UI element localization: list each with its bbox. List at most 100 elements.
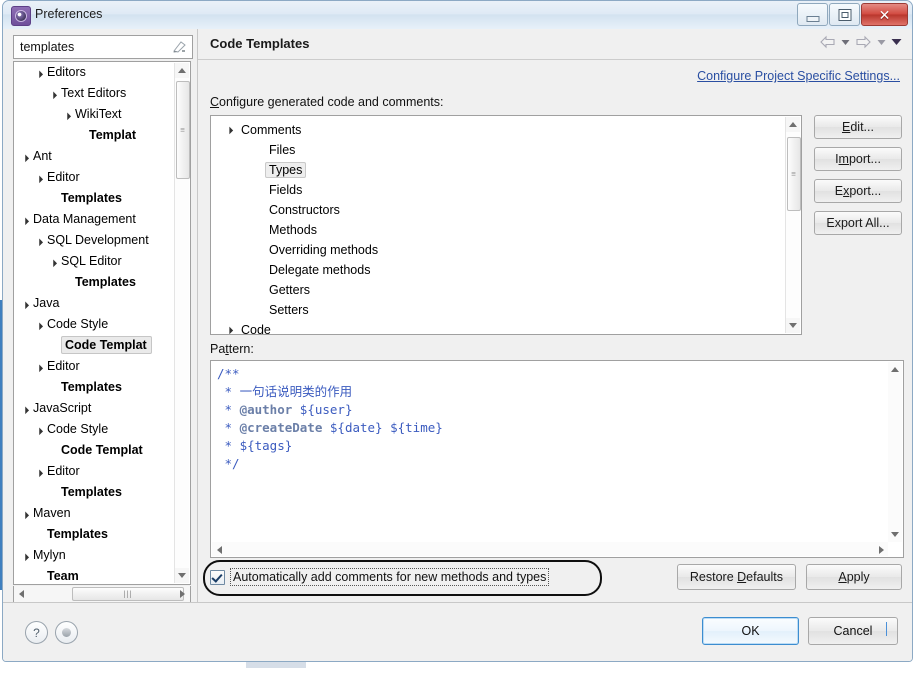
sidebar-items: ◢ Editors ◢ Text Editors ◢ WikiText Templat ◢ An… — [14, 62, 190, 584]
sidebar-item-label: Editors — [47, 65, 86, 79]
code-templates-tree[interactable]: ◢ Comments Files Types Fields Constructors Met… — [210, 115, 802, 335]
scroll-up-button[interactable] — [888, 362, 902, 377]
templates-vertical-scrollbar[interactable]: ≡ — [785, 117, 801, 333]
pattern-label-pre: Pa — [210, 342, 226, 356]
auto-comments-label: Automatically add comments for new metho… — [230, 568, 550, 586]
template-item-getters[interactable]: Getters — [217, 280, 801, 300]
pattern-editor[interactable]: /** * 一句话说明类的作用 * @author ${user} * @cre… — [210, 360, 904, 558]
javadoc-tag: @author — [239, 402, 293, 417]
sidebar-item-sql-editor[interactable]: ◢ SQL Editor — [14, 251, 190, 272]
sidebar-item-code-style[interactable]: ◢ Code Style — [14, 419, 190, 440]
sidebar-item-label: Data Management — [33, 212, 136, 226]
template-item-code[interactable]: ◢ Code — [217, 320, 801, 334]
ok-button[interactable]: OK — [702, 617, 799, 645]
cancel-button[interactable]: Cancel — [808, 617, 898, 645]
restore-defaults-button[interactable]: Restore Defaults — [676, 564, 796, 590]
template-item-setters[interactable]: Setters — [217, 300, 801, 320]
chevron-down-icon[interactable] — [841, 39, 850, 46]
sidebar-item-java[interactable]: ◢ Java — [14, 293, 190, 314]
sidebar-item-sql-development[interactable]: ◢ SQL Development — [14, 230, 190, 251]
scroll-right-button[interactable] — [874, 542, 888, 556]
close-button[interactable]: ✕ — [861, 3, 908, 26]
template-item-methods[interactable]: Methods — [217, 220, 801, 240]
chevron-down-icon[interactable] — [877, 39, 886, 46]
scroll-down-button[interactable] — [175, 568, 189, 583]
triangle-down-icon[interactable] — [891, 38, 902, 46]
sidebar-item-templat[interactable]: Templat — [14, 125, 190, 146]
export-all-button[interactable]: Export All... — [814, 211, 902, 235]
template-item-label: Fields — [269, 183, 303, 197]
sidebar-item-editor[interactable]: ◢ Editor — [14, 461, 190, 482]
apply-button[interactable]: Apply — [806, 564, 902, 590]
arrow-left-icon[interactable] — [819, 35, 836, 49]
sidebar-item-wikitext[interactable]: ◢ WikiText — [14, 104, 190, 125]
export-button[interactable]: Export... — [814, 179, 902, 203]
sidebar-item-label: Code Templat — [61, 443, 143, 457]
minimize-button[interactable] — [797, 3, 828, 26]
scroll-left-button[interactable] — [212, 542, 226, 556]
template-item-comments[interactable]: ◢ Comments — [217, 120, 801, 140]
scroll-thumb[interactable]: ≡ — [787, 137, 801, 211]
sidebar-item-code-style[interactable]: ◢ Code Style — [14, 314, 190, 335]
scroll-up-button[interactable] — [786, 117, 800, 132]
auto-comments-checkbox-row[interactable]: Automatically add comments for new metho… — [210, 568, 550, 586]
template-item-types[interactable]: Types — [217, 160, 801, 180]
configure-project-specific-settings-link[interactable]: Configure Project Specific Settings... — [697, 69, 900, 83]
sidebar-item-templates[interactable]: Templates — [14, 524, 190, 545]
arrow-right-icon[interactable] — [855, 35, 872, 49]
import-button[interactable]: Import... — [814, 147, 902, 171]
auto-comments-checkbox[interactable] — [210, 569, 225, 585]
pattern-horizontal-scrollbar[interactable] — [212, 542, 888, 556]
sidebar-item-text-editors[interactable]: ◢ Text Editors — [14, 83, 190, 104]
sidebar-item-ant[interactable]: ◢ Ant — [14, 146, 190, 167]
sidebar-item-code-templat[interactable]: Code Templat — [14, 335, 190, 356]
template-item-constructors[interactable]: Constructors — [217, 200, 801, 220]
template-item-delegate-methods[interactable]: Delegate methods — [217, 260, 801, 280]
apply-mnemonic: A — [838, 570, 847, 584]
sidebar-item-mylyn[interactable]: ◢ Mylyn — [14, 545, 190, 566]
sidebar-item-label: SQL Editor — [61, 254, 122, 268]
template-item-files[interactable]: Files — [217, 140, 801, 160]
horizontal-scroll-thumb[interactable]: ||| — [72, 587, 184, 601]
sidebar-item-code-templat[interactable]: Code Templat — [14, 440, 190, 461]
sidebar-item-label: Templates — [75, 275, 136, 289]
sidebar-item-templates[interactable]: Templates — [14, 482, 190, 503]
sidebar-item-javascript[interactable]: ◢ JavaScript — [14, 398, 190, 419]
sidebar-item-templates[interactable]: Templates — [14, 377, 190, 398]
circle-icon[interactable] — [55, 621, 78, 644]
template-item-overriding-methods[interactable]: Overriding methods — [217, 240, 801, 260]
sidebar-item-templates[interactable]: Templates — [14, 188, 190, 209]
sidebar-item-label: Maven — [33, 506, 71, 520]
scroll-thumb[interactable]: ≡ — [176, 81, 190, 179]
maximize-button[interactable] — [829, 3, 860, 26]
sidebar-item-data-management[interactable]: ◢ Data Management — [14, 209, 190, 230]
sidebar-vertical-scrollbar[interactable]: ≡ — [174, 63, 190, 583]
pattern-vertical-scrollbar[interactable] — [888, 362, 902, 542]
sidebar-horizontal-scrollbar[interactable]: ||| — [13, 586, 191, 603]
template-item-label: Comments — [241, 123, 302, 137]
scroll-right-button[interactable] — [175, 586, 190, 600]
eraser-icon[interactable] — [171, 40, 187, 54]
scroll-down-button[interactable] — [786, 318, 800, 333]
title-bar: Preferences ✕ — [3, 1, 912, 30]
question-mark-icon[interactable]: ? — [25, 621, 48, 644]
sidebar-item-team[interactable]: Team — [14, 566, 190, 584]
sidebar-item-editors[interactable]: ◢ Editors — [14, 62, 190, 83]
template-item-fields[interactable]: Fields — [217, 180, 801, 200]
sidebar-item-editor[interactable]: ◢ Editor — [14, 167, 190, 188]
sidebar-item-editor[interactable]: ◢ Editor — [14, 356, 190, 377]
sidebar-item-label: Templates — [61, 380, 122, 394]
code-line: * ${tags} — [217, 438, 293, 453]
scroll-up-button[interactable] — [175, 63, 189, 78]
search-input[interactable] — [18, 36, 162, 58]
edit-button[interactable]: Edit... — [814, 115, 902, 139]
preferences-tree[interactable]: ◢ Editors ◢ Text Editors ◢ WikiText Templat ◢ An… — [13, 61, 191, 585]
template-item-label: Delegate methods — [269, 263, 371, 277]
page-bottom-buttons: Restore Defaults Apply — [676, 564, 902, 590]
window-controls: ✕ — [796, 3, 908, 26]
sidebar-item-maven[interactable]: ◢ Maven — [14, 503, 190, 524]
scroll-down-button[interactable] — [888, 527, 902, 542]
sidebar-item-templates[interactable]: Templates — [14, 272, 190, 293]
btn-post: port... — [849, 184, 882, 198]
scroll-left-button[interactable] — [14, 586, 29, 600]
